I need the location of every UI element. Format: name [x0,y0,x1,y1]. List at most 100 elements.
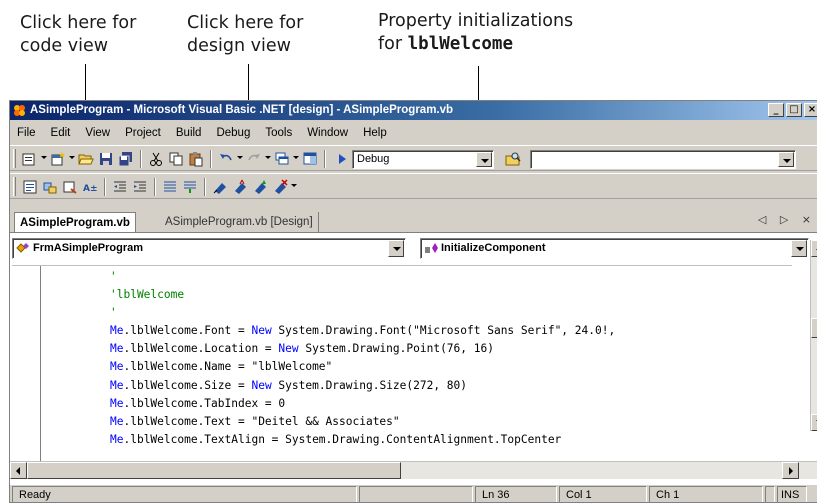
solution-config-combo[interactable]: Debug [352,150,494,169]
uncomment-icon[interactable] [182,179,198,195]
code-text[interactable]: ''lblWelcome ' Me.lblWelcome.Font = New Sy… [110,268,615,449]
undo-dropdown[interactable] [237,156,243,159]
vertical-scroll-thumb[interactable] [811,318,817,338]
code-comment: 'lblWelcome [110,288,185,302]
class-name-combo[interactable]: FrmASimpleProgram [12,238,406,259]
navigate-icon[interactable] [274,151,290,167]
add-item-dropdown[interactable] [41,156,47,159]
scroll-down-button[interactable] [811,414,817,431]
standard-toolbar: Debug [10,145,817,171]
toolbar-separator [210,150,212,168]
object-members-icon[interactable] [22,179,38,195]
save-all-icon[interactable] [118,151,134,167]
toolbar-separator [324,150,326,168]
comment-icon[interactable] [162,179,178,195]
code-line[interactable]: Me.lblWelcome.Name = "lblWelcome" [110,358,615,376]
indent-icon[interactable] [132,179,148,195]
parameter-info-icon[interactable] [42,179,58,195]
code-editor[interactable]: ''lblWelcome ' Me.lblWelcome.Font = New Sy… [12,265,792,477]
code-token: .lblWelcome.Font = [123,324,252,338]
paste-icon[interactable] [188,151,204,167]
menu-view[interactable]: View [78,123,118,143]
toolbar-separator [154,178,156,196]
find-combo[interactable] [530,150,796,169]
new-project-icon[interactable] [50,151,66,167]
horizontal-scroll-thumb[interactable] [27,462,401,479]
start-icon[interactable] [334,151,350,167]
maximize-button[interactable]: □ [786,103,802,117]
chevron-down-icon[interactable] [476,152,492,167]
code-keyword: New [278,342,299,356]
chevron-down-icon[interactable] [791,240,807,257]
code-line[interactable]: Me.lblWelcome.TextAlign = System.Drawing… [110,431,615,449]
tab-code-view[interactable]: ASimpleProgram.vb [14,212,136,232]
find-icon[interactable] [505,151,521,167]
code-line[interactable]: 'lblWelcome [110,286,615,304]
toolbar-grip[interactable] [13,177,16,196]
menu-help[interactable]: Help [356,123,395,143]
add-item-icon[interactable] [21,151,37,167]
callout-property-line1: Property initializations [378,11,574,31]
toolbar-options-dropdown[interactable] [291,184,297,187]
outline-margin [40,266,41,477]
complete-word-icon[interactable]: A± [82,179,98,195]
horizontal-scrollbar[interactable] [10,461,817,479]
bookmark-icon[interactable] [212,179,228,195]
callout-design-view-line1: Click here for [187,13,304,33]
window-controls: _ □ × [768,103,817,117]
new-project-dropdown[interactable] [69,156,75,159]
redo-dropdown[interactable] [265,156,271,159]
save-icon[interactable] [98,151,114,167]
menu-window[interactable]: Window [300,123,356,143]
chevron-down-icon[interactable] [778,152,794,167]
cut-icon[interactable] [148,151,164,167]
menu-bar: File Edit View Project Build Debug Tools… [10,123,395,143]
title-bar[interactable]: ASimpleProgram - Microsoft Visual Basic … [10,101,817,120]
tab-design-view[interactable]: ASimpleProgram.vb [Design] [160,212,319,232]
outdent-icon[interactable] [112,179,128,195]
code-line[interactable]: Me.lblWelcome.Size = New System.Drawing.… [110,377,615,395]
scroll-left-button[interactable] [10,462,27,479]
quick-info-icon[interactable] [62,179,78,195]
code-line[interactable]: Me.lblWelcome.Location = New System.Draw… [110,340,615,358]
menu-build[interactable]: Build [169,123,210,143]
document-tabs: ASimpleProgram.vb ASimpleProgram.vb [Des… [10,210,817,232]
callout-code-view: Click here for code view [20,12,136,58]
code-token: .lblWelcome.TextAlign = System.Drawing.C… [123,432,562,446]
navigate-dropdown[interactable] [293,156,299,159]
clear-bookmarks-icon[interactable] [272,179,288,195]
code-line[interactable]: Me.lblWelcome.Text = "Deitel && Associat… [110,413,615,431]
close-button[interactable]: × [804,103,817,117]
open-icon[interactable] [78,151,94,167]
scroll-up-button[interactable] [811,240,817,257]
code-editor-frame: FrmASimpleProgram InitializeComponent ' '… [10,232,817,485]
scroll-right-button[interactable] [782,462,799,479]
next-bookmark-icon[interactable] [252,179,268,195]
toolbar-grip[interactable] [13,149,16,168]
copy-icon[interactable] [168,151,184,167]
menu-project[interactable]: Project [118,123,169,143]
code-keyword: Me [110,378,124,392]
toolbar-separator [140,150,142,168]
code-line[interactable]: ' [110,268,615,286]
undo-icon[interactable] [218,151,234,167]
previous-bookmark-icon[interactable] [232,179,248,195]
code-line[interactable]: Me.lblWelcome.TabIndex = 0 [110,395,615,413]
code-line[interactable]: ' [110,304,615,322]
vertical-scrollbar[interactable] [810,240,817,431]
window-icon[interactable] [302,151,318,167]
minimize-button[interactable]: _ [768,103,784,117]
toolbar-separator [204,178,206,196]
svg-text:A±: A± [83,184,98,194]
menu-debug[interactable]: Debug [209,123,258,143]
menu-tools[interactable]: Tools [258,123,300,143]
code-token: .lblWelcome.Text = "Deitel && Associates… [123,414,400,428]
tab-navigation[interactable]: ◁ ▷ × [758,213,816,226]
status-char: Ch 1 [649,486,763,502]
menu-edit[interactable]: Edit [44,123,79,143]
code-line[interactable]: Me.lblWelcome.Font = New System.Drawing.… [110,322,615,340]
method-name-combo[interactable]: InitializeComponent [420,238,809,259]
chevron-down-icon[interactable] [388,240,404,257]
menu-file[interactable]: File [10,123,44,143]
redo-icon[interactable] [246,151,262,167]
